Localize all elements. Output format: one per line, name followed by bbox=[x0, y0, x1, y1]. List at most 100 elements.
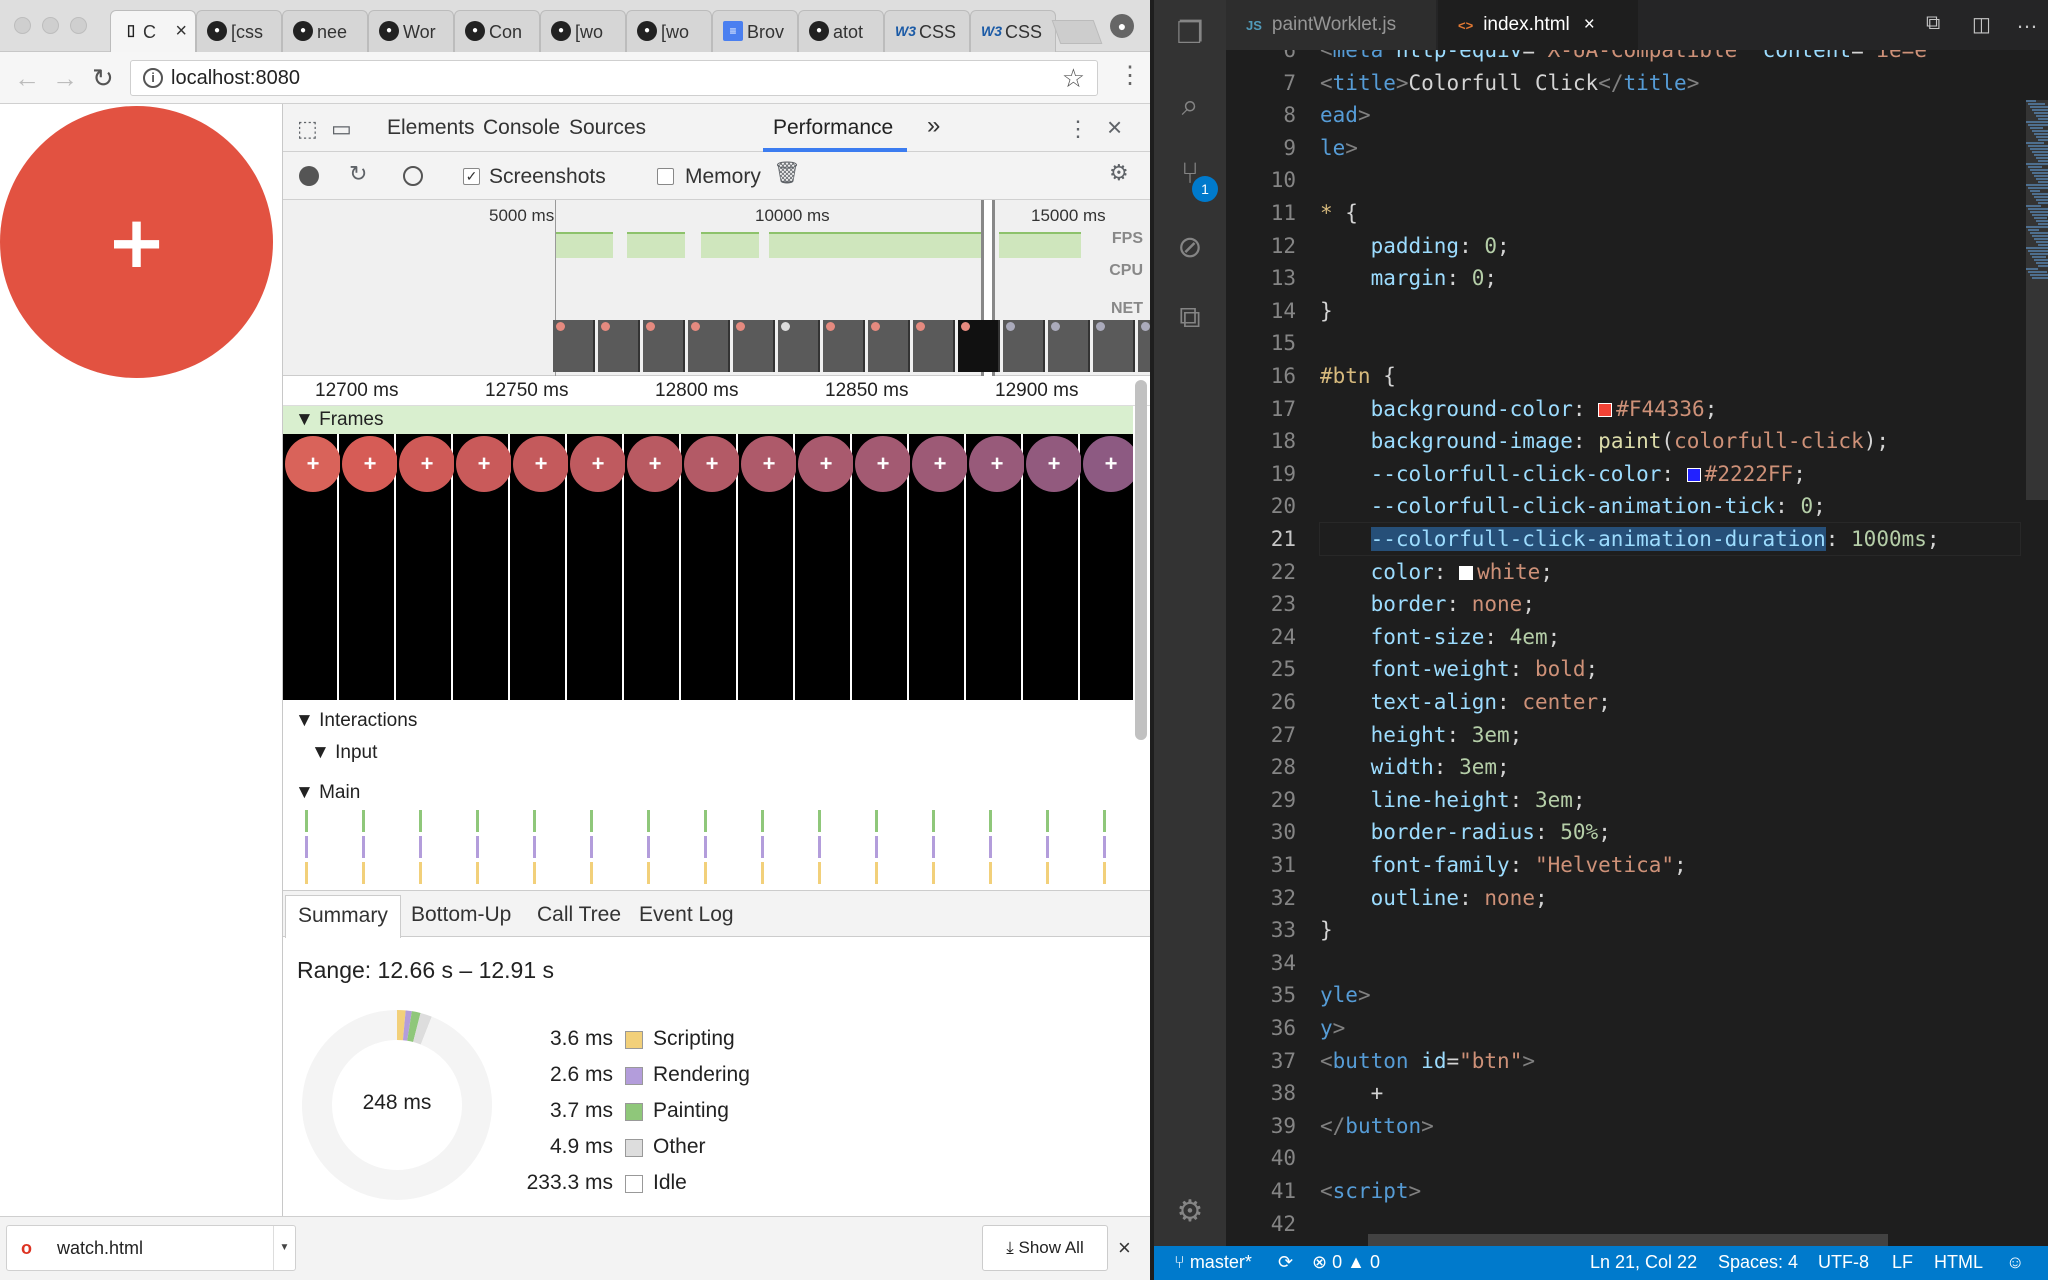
main-task-bar[interactable] bbox=[647, 810, 650, 832]
browser-tab[interactable]: ● Con bbox=[454, 10, 540, 52]
frame-screenshot[interactable]: + bbox=[682, 434, 740, 700]
code-line[interactable]: width: 3em; bbox=[1320, 751, 1510, 783]
code-line[interactable]: + bbox=[1320, 1077, 1384, 1109]
close-tab-icon[interactable]: × bbox=[1584, 14, 1595, 35]
code-line[interactable]: text-align: center; bbox=[1320, 686, 1611, 718]
screenshots-checkbox[interactable]: ✓ bbox=[463, 168, 480, 185]
main-task-bar[interactable] bbox=[1046, 862, 1049, 884]
main-task-bar[interactable] bbox=[647, 836, 650, 858]
code-line[interactable]: background-image: paint(colorfull-click)… bbox=[1320, 425, 1889, 457]
main-task-bar[interactable] bbox=[1103, 862, 1106, 884]
more-actions-icon[interactable]: … bbox=[2016, 8, 2038, 34]
code-line[interactable]: color: white; bbox=[1320, 556, 1553, 588]
main-task-bar[interactable] bbox=[818, 810, 821, 832]
tab-paintworklet[interactable]: JS paintWorklet.js bbox=[1226, 0, 1436, 50]
tab-performance[interactable]: Performance bbox=[773, 116, 893, 140]
code-line[interactable]: <title>Colorfull Click</title> bbox=[1320, 67, 1699, 99]
cursor-position[interactable]: Ln 21, Col 22 bbox=[1590, 1252, 1697, 1273]
main-task-bar[interactable] bbox=[533, 810, 536, 832]
code-line[interactable]: font-size: 4em; bbox=[1320, 621, 1561, 653]
main-task-bar[interactable] bbox=[1103, 836, 1106, 858]
profile-icon[interactable]: ● bbox=[1110, 14, 1134, 38]
tab-index-html[interactable]: <> index.html × bbox=[1438, 0, 1638, 50]
screenshot-thumbnail[interactable] bbox=[1093, 320, 1135, 372]
main-task-bar[interactable] bbox=[704, 836, 707, 858]
colorfull-click-button[interactable]: + bbox=[0, 106, 273, 378]
code-line[interactable]: border-radius: 50%; bbox=[1320, 816, 1611, 848]
frames-track-header[interactable]: ▼ Frames bbox=[283, 406, 1133, 434]
code-line[interactable]: font-family: "Helvetica"; bbox=[1320, 849, 1687, 881]
screenshot-thumbnail[interactable] bbox=[778, 320, 820, 372]
frame-screenshot[interactable]: + bbox=[511, 434, 569, 700]
main-task-bar[interactable] bbox=[419, 810, 422, 832]
code-line[interactable]: background-color: #F44336; bbox=[1320, 393, 1718, 425]
frame-screenshot[interactable]: + bbox=[967, 434, 1025, 700]
tab-summary[interactable]: Summary bbox=[285, 895, 401, 938]
code-line[interactable]: border: none; bbox=[1320, 588, 1535, 620]
device-toolbar-icon[interactable]: ▭ bbox=[331, 116, 352, 142]
main-task-bar[interactable] bbox=[590, 810, 593, 832]
main-task-bar[interactable] bbox=[932, 862, 935, 884]
site-info-icon[interactable]: i bbox=[143, 68, 163, 88]
tab-call-tree[interactable]: Call Tree bbox=[537, 903, 621, 927]
main-task-bar[interactable] bbox=[1046, 810, 1049, 832]
address-bar[interactable]: i localhost:8080 ☆ bbox=[130, 60, 1098, 96]
main-task-bar[interactable] bbox=[989, 810, 992, 832]
browser-tab[interactable]: ● Wor bbox=[368, 10, 454, 52]
clear-icon[interactable] bbox=[403, 166, 423, 186]
new-tab-button[interactable] bbox=[1051, 20, 1103, 44]
main-task-bar[interactable] bbox=[989, 836, 992, 858]
more-panels-button[interactable]: » bbox=[927, 112, 940, 140]
main-task-bar[interactable] bbox=[761, 810, 764, 832]
main-task-bar[interactable] bbox=[1046, 836, 1049, 858]
branch-indicator[interactable]: ⑂ master* bbox=[1174, 1252, 1252, 1273]
frame-screenshot[interactable]: + bbox=[568, 434, 626, 700]
horizontal-scrollbar[interactable] bbox=[1368, 1234, 1888, 1246]
feedback-smiley-icon[interactable]: ☺ bbox=[2006, 1252, 2024, 1273]
main-task-bar[interactable] bbox=[476, 836, 479, 858]
browser-tab[interactable]: ≡ Brov bbox=[712, 10, 798, 52]
browser-tab[interactable]: ● [wo bbox=[626, 10, 712, 52]
editor-scrollbar[interactable] bbox=[2026, 100, 2048, 500]
code-line[interactable]: #btn { bbox=[1320, 360, 1396, 392]
screenshot-thumbnail[interactable] bbox=[868, 320, 910, 372]
language-mode[interactable]: HTML bbox=[1934, 1252, 1983, 1273]
main-task-bar[interactable] bbox=[761, 836, 764, 858]
zoom-window-button[interactable] bbox=[70, 17, 87, 34]
main-task-bar[interactable] bbox=[647, 862, 650, 884]
frame-screenshot[interactable]: + bbox=[739, 434, 797, 700]
code-line[interactable]: --colorfull-click-color: #2222FF; bbox=[1320, 458, 1806, 490]
screenshot-thumbnail[interactable] bbox=[733, 320, 775, 372]
frame-screenshot[interactable]: + bbox=[340, 434, 398, 700]
frame-screenshot[interactable]: + bbox=[454, 434, 512, 700]
screenshot-thumbnail[interactable] bbox=[553, 320, 595, 372]
interactions-track[interactable]: ▼ Interactions ▼ Input bbox=[283, 700, 1133, 780]
main-task-bar[interactable] bbox=[932, 810, 935, 832]
download-item[interactable]: o watch.html ▼ bbox=[6, 1225, 296, 1271]
frames-track[interactable]: + + + + + + + + + + + + + + + bbox=[283, 434, 1133, 700]
bookmark-star-icon[interactable]: ☆ bbox=[1062, 63, 1085, 94]
main-task-bar[interactable] bbox=[761, 862, 764, 884]
reload-profile-icon[interactable]: ↻ bbox=[349, 161, 367, 187]
collect-garbage-icon[interactable]: 🗑 bbox=[773, 160, 801, 186]
tab-console[interactable]: Console bbox=[483, 116, 560, 140]
code-line[interactable]: <script> bbox=[1320, 1175, 1421, 1207]
split-editor-icon[interactable]: ◫ bbox=[1972, 12, 1991, 37]
explorer-icon[interactable]: ❐ bbox=[1170, 14, 1210, 54]
browser-tab[interactable]: W3 CSS bbox=[970, 10, 1056, 52]
screenshot-thumbnail[interactable] bbox=[643, 320, 685, 372]
main-task-bar[interactable] bbox=[932, 836, 935, 858]
main-task-bar[interactable] bbox=[818, 836, 821, 858]
main-task-bar[interactable] bbox=[533, 836, 536, 858]
code-line[interactable]: le> bbox=[1320, 132, 1358, 164]
minimize-window-button[interactable] bbox=[42, 17, 59, 34]
search-icon[interactable]: ⌕ bbox=[1170, 86, 1210, 126]
forward-icon[interactable]: → bbox=[52, 64, 78, 92]
code-line[interactable]: margin: 0; bbox=[1320, 262, 1497, 294]
close-tab-icon[interactable]: × bbox=[175, 20, 187, 43]
main-task-bar[interactable] bbox=[533, 862, 536, 884]
frame-screenshot[interactable]: + bbox=[910, 434, 968, 700]
code-line[interactable]: --colorfull-click-animation-duration: 10… bbox=[1319, 522, 2021, 556]
code-line[interactable]: ead> bbox=[1320, 99, 1371, 131]
screenshot-thumbnail[interactable] bbox=[958, 320, 1000, 372]
